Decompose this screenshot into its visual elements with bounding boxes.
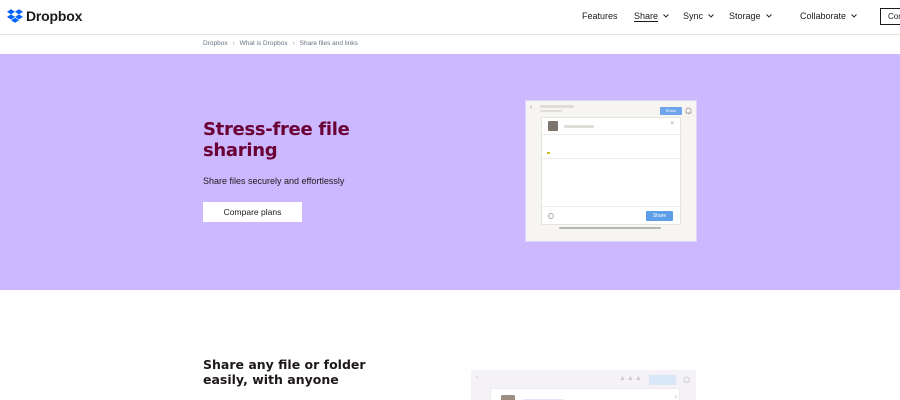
chevron-down-icon [663,14,669,18]
nav-item-storage[interactable]: Storage [729,11,772,21]
nav-item-sync[interactable]: Sync [683,11,714,21]
mock-share-top-button: Share [660,107,682,115]
nav-item-label: Collaborate [800,11,847,21]
nav-item-label: Storage [729,11,761,21]
nav-item-label: Share [634,11,659,21]
nav-item-collaborate[interactable]: Collaborate [800,11,857,21]
contact-sales-button[interactable]: Con [880,8,900,25]
mock-placeholder-line [540,105,574,108]
mock-share-button: Share [646,211,673,221]
file-thumbnail-image [548,121,558,131]
nav-item-label: Sync [683,11,704,21]
mock-toolbar: ‹ Share [526,101,696,115]
nav-item-features[interactable]: Features [582,11,618,21]
chevron-down-icon [708,14,714,18]
bell-icon [685,107,692,115]
bell-icon [683,376,690,383]
breadcrumb-item-what-is-dropbox[interactable]: What is Dropbox [240,40,288,47]
mock-cursor-mark [547,152,550,154]
gear-icon [548,213,554,219]
mock-divider [542,206,682,207]
breadcrumb-item-dropbox[interactable]: Dropbox [203,40,228,47]
mock-divider [542,134,682,135]
mock-scrollbar [559,227,661,229]
compare-plans-button[interactable]: Compare plans [203,202,302,222]
breadcrumb-separator-icon: › [232,40,235,47]
breadcrumb-separator-icon: › [292,40,295,47]
hero-section: Stress-free file sharing Share files sec… [0,54,900,290]
mock-share-panel: × [490,388,680,400]
share-dialog-illustration: ‹ Share × Share [526,101,696,241]
file-thumbnail-image [501,395,515,400]
hero-subtitle: Share files securely and effortlessly [203,176,345,186]
main-nav: Features Share Sync Storage Collaborate [0,11,900,25]
back-arrow-icon: ‹ [476,375,478,381]
nav-item-share[interactable]: Share [634,11,669,21]
share-illustration-2: ‹ ▲▲▲ × [471,370,696,400]
close-icon: × [674,395,678,400]
breadcrumb: Dropbox › What is Dropbox › Share files … [203,40,358,47]
section-title: Share any file or folder easily, with an… [203,357,366,387]
close-icon: × [670,121,674,127]
mock-share-top-button [649,375,676,385]
breadcrumb-item-current: Share files and links [299,40,358,47]
avatars-icon: ▲▲▲ [619,375,643,382]
mock-divider [542,158,682,159]
chevron-down-icon [851,14,857,18]
hero-title: Stress-free file sharing [203,119,350,161]
mock-placeholder-line [564,125,594,128]
mock-share-panel: × Share [541,117,682,225]
top-nav-bar: Dropbox Features Share Sync Storage Coll… [0,0,900,35]
back-arrow-icon: ‹ [530,104,533,111]
mock-placeholder-line [540,110,562,112]
nav-item-label: Features [582,11,618,21]
chevron-down-icon [765,14,772,18]
